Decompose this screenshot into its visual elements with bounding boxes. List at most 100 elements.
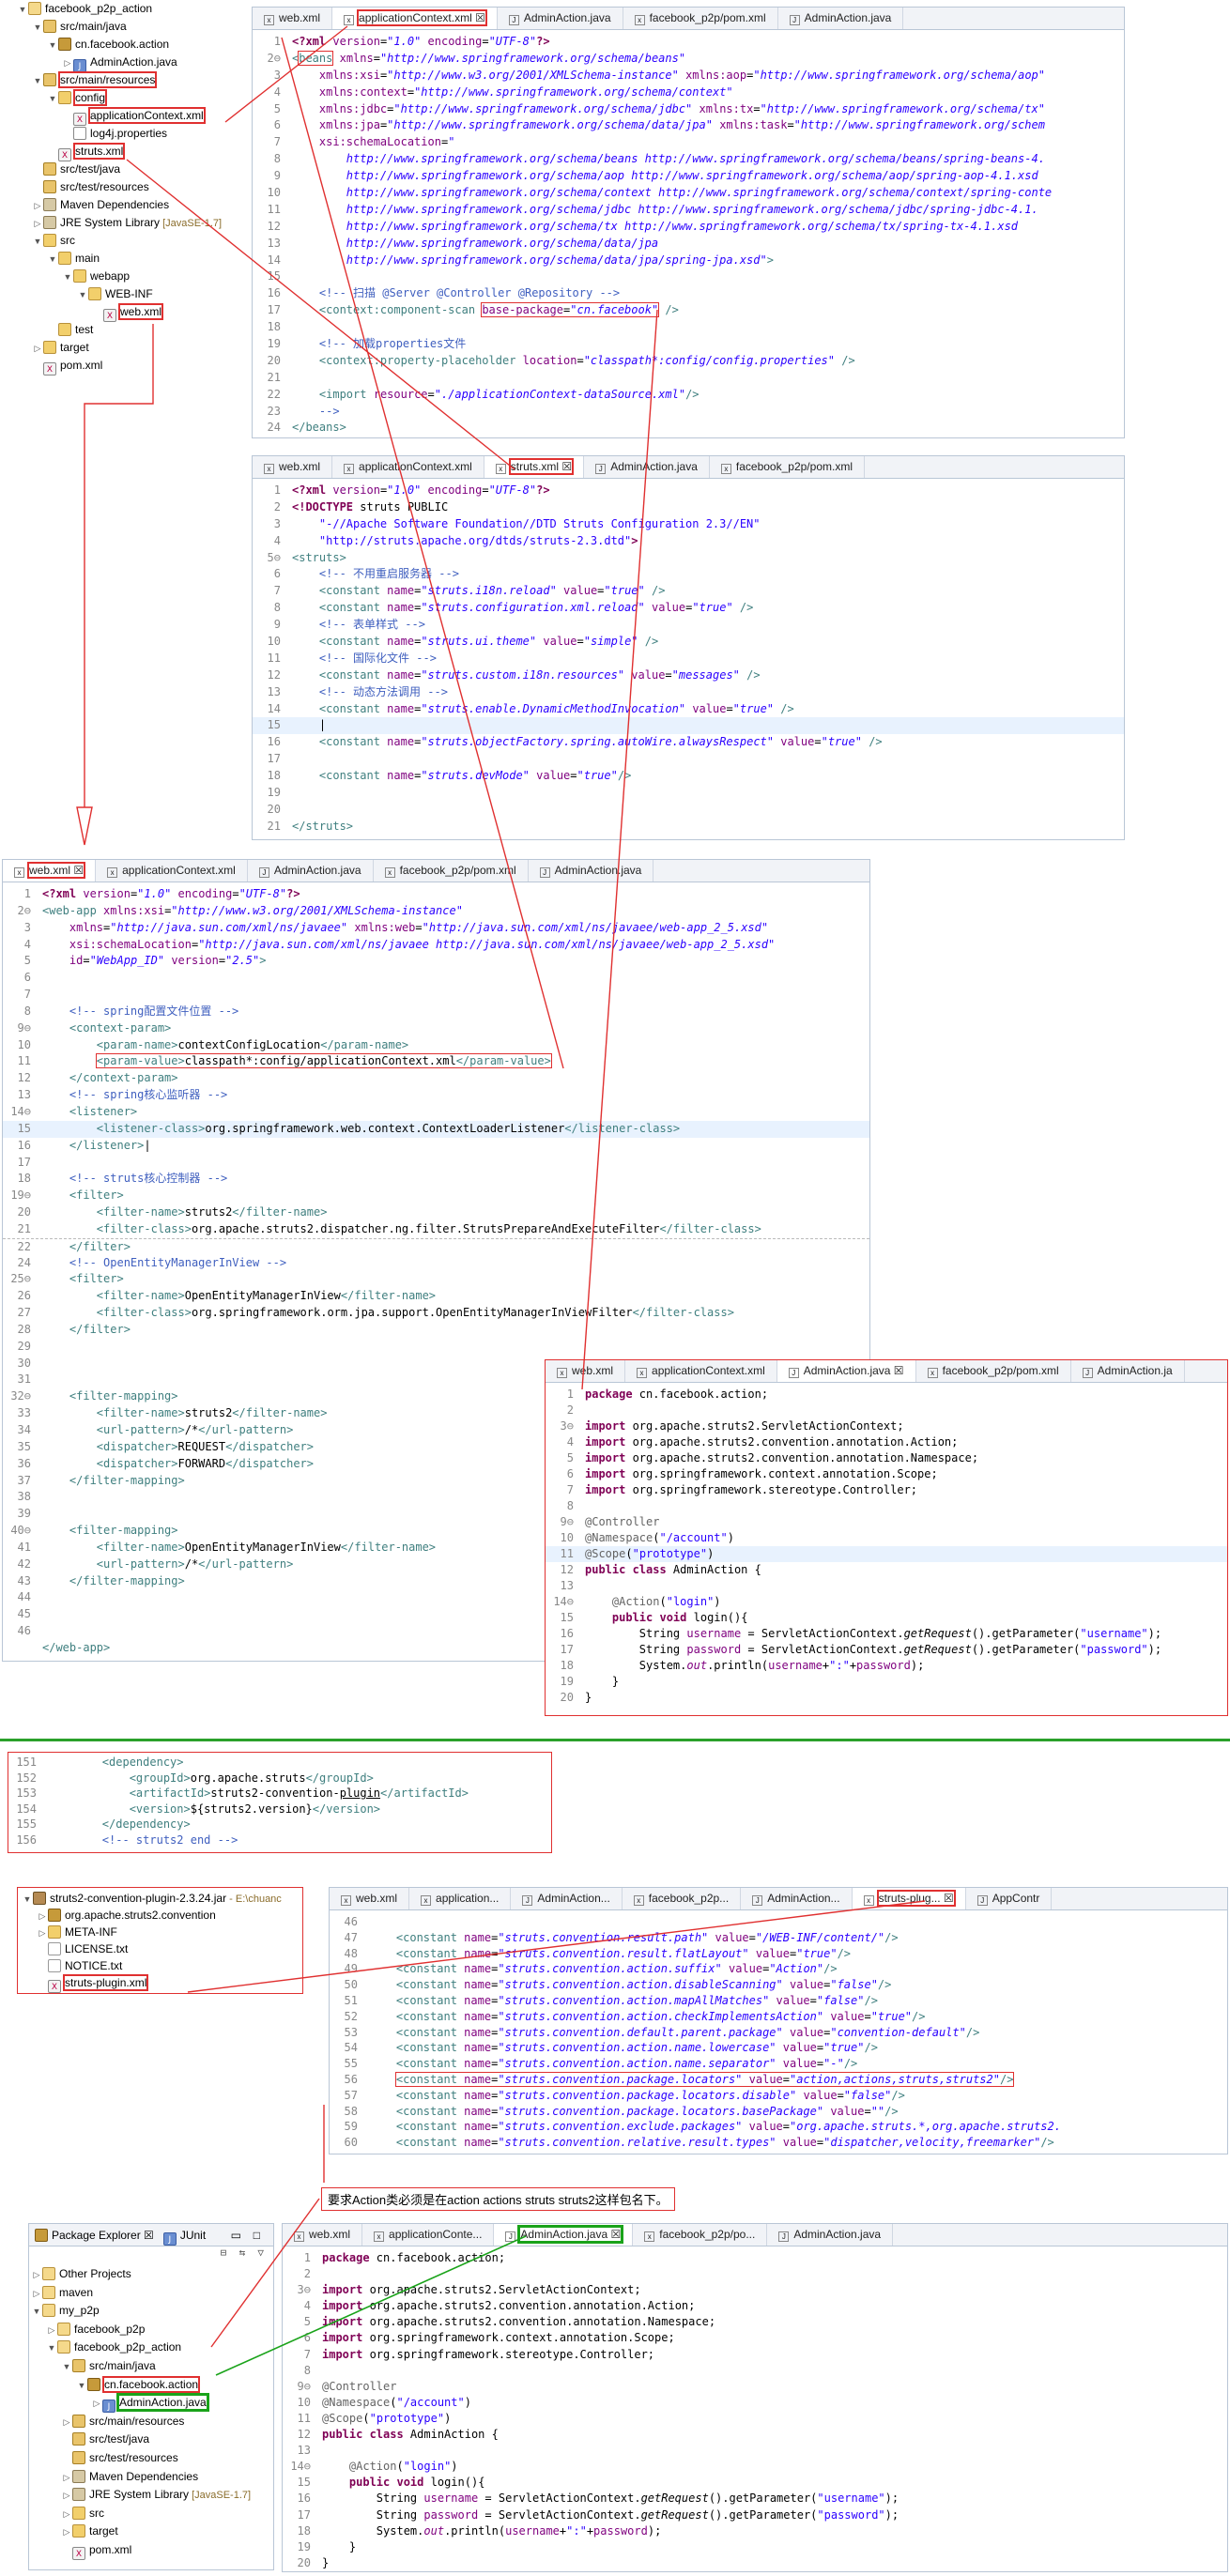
- editor-tab[interactable]: x facebook_p2p/pom.xml: [916, 1360, 1071, 1382]
- project-other-projects[interactable]: ▷ Other Projects: [31, 2265, 273, 2284]
- collapsed-chevron-icon[interactable]: ▷: [31, 2285, 42, 2304]
- code-line[interactable]: 15 public void login(){: [283, 2475, 1227, 2491]
- code-line[interactable]: 154 <version>${struts2.version}</version…: [8, 1802, 551, 1817]
- code-line[interactable]: 7 <constant name="struts.i18n.reload" va…: [253, 583, 1124, 600]
- code-line[interactable]: 29: [3, 1339, 869, 1356]
- folder-main[interactable]: ▼ main: [17, 250, 242, 268]
- source-folder-main-resources-2[interactable]: ▷ src/main/resources: [31, 2413, 273, 2431]
- collapsed-chevron-icon[interactable]: ▷: [32, 197, 43, 215]
- code-line[interactable]: 16 <!-- 扫描 @Server @Controller @Reposito…: [253, 285, 1124, 302]
- folder-meta-inf[interactable]: ▷ META-INF: [22, 1924, 299, 1940]
- code-line[interactable]: 57 <constant name="struts.convention.pac…: [330, 2088, 1227, 2104]
- maximize-icon[interactable]: □: [254, 2224, 260, 2246]
- editor-tab[interactable]: J AdminAction.java: [498, 8, 623, 29]
- library-jre-system-2[interactable]: ▷ JRE System Library [JavaSE-1.7]: [31, 2486, 273, 2505]
- collapsed-chevron-icon[interactable]: ▷: [61, 2523, 72, 2542]
- editor-tab[interactable]: x applicationConte...: [362, 2224, 495, 2246]
- editor-tab[interactable]: x applicationContext.xml: [332, 456, 484, 478]
- code-line[interactable]: 56 <constant name="struts.convention.pac…: [330, 2071, 1227, 2088]
- code-line[interactable]: 5 xmlns:jdbc="http://www.springframework…: [253, 101, 1124, 118]
- editor-tab[interactable]: x facebook_p2p/pom.xml: [710, 456, 865, 478]
- code-line[interactable]: 18: [253, 319, 1124, 336]
- code-line[interactable]: 16 </listener>|: [3, 1138, 869, 1155]
- editor-tab[interactable]: J AdminAction.java: [529, 860, 654, 882]
- expanded-chevron-icon[interactable]: ▼: [22, 1891, 33, 1908]
- project-my-p2p[interactable]: ▼ my_p2p: [31, 2302, 273, 2321]
- code-line[interactable]: 9⊖ <context-param>: [3, 1020, 869, 1037]
- package-cn-facebook-action[interactable]: ▼ cn.facebook.action: [17, 36, 242, 54]
- code-line[interactable]: 7 import org.springframework.stereotype.C…: [283, 2347, 1227, 2363]
- editor-tab[interactable]: x web.xml: [283, 2224, 363, 2246]
- file-adminaction-java-2[interactable]: ▷ J AdminAction.java: [31, 2393, 273, 2414]
- code-line[interactable]: 53 <constant name="struts.convention.def…: [330, 2025, 1227, 2041]
- editor-tab[interactable]: x struts.xml ☒: [484, 456, 585, 478]
- folder-config[interactable]: ▼ config: [17, 89, 242, 107]
- code-line[interactable]: 5 import org.apache.struts2.convention.an…: [546, 1450, 1227, 1466]
- editor-tab[interactable]: x applicationContext.xml: [96, 860, 248, 882]
- code-line[interactable]: 3 xmlns="http://java.sun.com/xml/ns/java…: [3, 920, 869, 937]
- code-line[interactable]: 1 <?xml version="1.0" encoding="UTF-8"?>: [253, 34, 1124, 51]
- code-line[interactable]: 12 public class AdminAction {: [283, 2427, 1227, 2443]
- code-line[interactable]: 9 http://www.springframework.org/schema/…: [253, 168, 1124, 185]
- editor-tab[interactable]: J AdminAction.java: [584, 456, 710, 478]
- expanded-chevron-icon[interactable]: ▼: [77, 286, 88, 304]
- package-struts2-convention[interactable]: ▷ org.apache.struts2.convention: [22, 1907, 299, 1924]
- expanded-chevron-icon[interactable]: ▼: [62, 268, 73, 286]
- collapse-all-icon[interactable]: ⊟: [221, 2246, 227, 2259]
- code-line[interactable]: 3⊖ import org.apache.struts2.ServletActio…: [283, 2282, 1227, 2298]
- collapsed-chevron-icon[interactable]: ▷: [46, 2322, 57, 2340]
- code-line[interactable]: 3 xmlns:xsi="http://www.w3.org/2001/XMLS…: [253, 68, 1124, 84]
- code-line[interactable]: 19 <!-- 加载properties文件: [253, 336, 1124, 353]
- code-line[interactable]: 12 </context-param>: [3, 1070, 869, 1087]
- code-line[interactable]: 156 <!-- struts2 end -->: [8, 1832, 551, 1848]
- code-line[interactable]: 19: [253, 785, 1124, 802]
- link-editor-icon[interactable]: ⇆: [239, 2246, 246, 2259]
- editor-tab[interactable]: x web.xml: [546, 1360, 626, 1382]
- code-line[interactable]: 13: [546, 1578, 1227, 1594]
- expanded-chevron-icon[interactable]: ▼: [17, 1, 28, 19]
- expanded-chevron-icon[interactable]: ▼: [76, 2377, 87, 2396]
- source-folder-test-java[interactable]: src/test/java: [17, 161, 242, 178]
- project-facebook-p2p-action[interactable]: ▼ facebook_p2p_action: [17, 0, 242, 18]
- collapsed-chevron-icon[interactable]: ▷: [62, 54, 73, 72]
- code-line[interactable]: 17: [253, 751, 1124, 768]
- editor-tab[interactable]: J AdminAction.java: [778, 8, 904, 29]
- code-line[interactable]: 10 http://www.springframework.org/schema…: [253, 185, 1124, 202]
- code-line[interactable]: 8: [283, 2363, 1227, 2379]
- code-line[interactable]: 10 <param-name>contextConfigLocation</pa…: [3, 1037, 869, 1054]
- code-line[interactable]: 17 <context:component-scan base-package=…: [253, 302, 1124, 319]
- code-line[interactable]: 12 http://www.springframework.org/schema…: [253, 219, 1124, 236]
- editor-tab[interactable]: x applicationContext.xml ☒: [332, 8, 498, 29]
- code-line[interactable]: 4 import org.apache.struts2.convention.an…: [546, 1434, 1227, 1450]
- code-line[interactable]: 4 xmlns:context="http://www.springframew…: [253, 84, 1124, 101]
- code-line[interactable]: 28 </filter>: [3, 1322, 869, 1339]
- code-line[interactable]: 11 http://www.springframework.org/schema…: [253, 202, 1124, 219]
- code-line[interactable]: 47 <constant name="struts.convention.res…: [330, 1930, 1227, 1946]
- minimize-icon[interactable]: ▭: [231, 2224, 241, 2246]
- expanded-chevron-icon[interactable]: ▼: [61, 2358, 72, 2377]
- code-line[interactable]: 1 <?xml version="1.0" encoding="UTF-8"?>: [3, 886, 869, 903]
- library-maven-dependencies-2[interactable]: ▷ Maven Dependencies: [31, 2468, 273, 2487]
- editor-tab[interactable]: x web.xml ☒: [3, 860, 97, 882]
- view-menu-icon[interactable]: ▽: [257, 2246, 264, 2259]
- code-line[interactable]: 17: [3, 1155, 869, 1172]
- code-line[interactable]: 21 <filter-class>org.apache.struts2.disp…: [3, 1221, 869, 1238]
- code-line[interactable]: 20 <filter-name>struts2</filter-name>: [3, 1204, 869, 1221]
- code-line[interactable]: 17 String password = ServletActionContex…: [283, 2507, 1227, 2523]
- folder-target-2[interactable]: ▷ target: [31, 2522, 273, 2541]
- expanded-chevron-icon[interactable]: ▼: [47, 251, 58, 268]
- file-pom-xml-2[interactable]: Xpom.xml: [31, 2541, 273, 2560]
- code-line[interactable]: 12 public class AdminAction {: [546, 1562, 1227, 1578]
- code-line[interactable]: 13 <!-- 动态方法调用 -->: [253, 684, 1124, 701]
- editor-tab[interactable]: x facebook_p2p/pom.xml: [374, 860, 529, 882]
- code-line[interactable]: 16 String username = ServletActionContex…: [546, 1626, 1227, 1642]
- code-line[interactable]: 151 <dependency>: [8, 1755, 551, 1771]
- editor-tab[interactable]: x facebook_p2p/po...: [633, 2224, 768, 2246]
- code-line[interactable]: 20 <context:property-placeholder locatio…: [253, 353, 1124, 370]
- code-line[interactable]: 2⊖ <beans xmlns="http://www.springframewo…: [253, 50, 1124, 68]
- code-line[interactable]: 15: [253, 268, 1124, 285]
- code-line[interactable]: 13 <!-- spring核心监听器 -->: [3, 1087, 869, 1104]
- editor-tab[interactable]: J AdminAction.java: [248, 860, 374, 882]
- code-line[interactable]: 58 <constant name="struts.convention.pac…: [330, 2104, 1227, 2120]
- code-line[interactable]: 20}: [546, 1690, 1227, 1706]
